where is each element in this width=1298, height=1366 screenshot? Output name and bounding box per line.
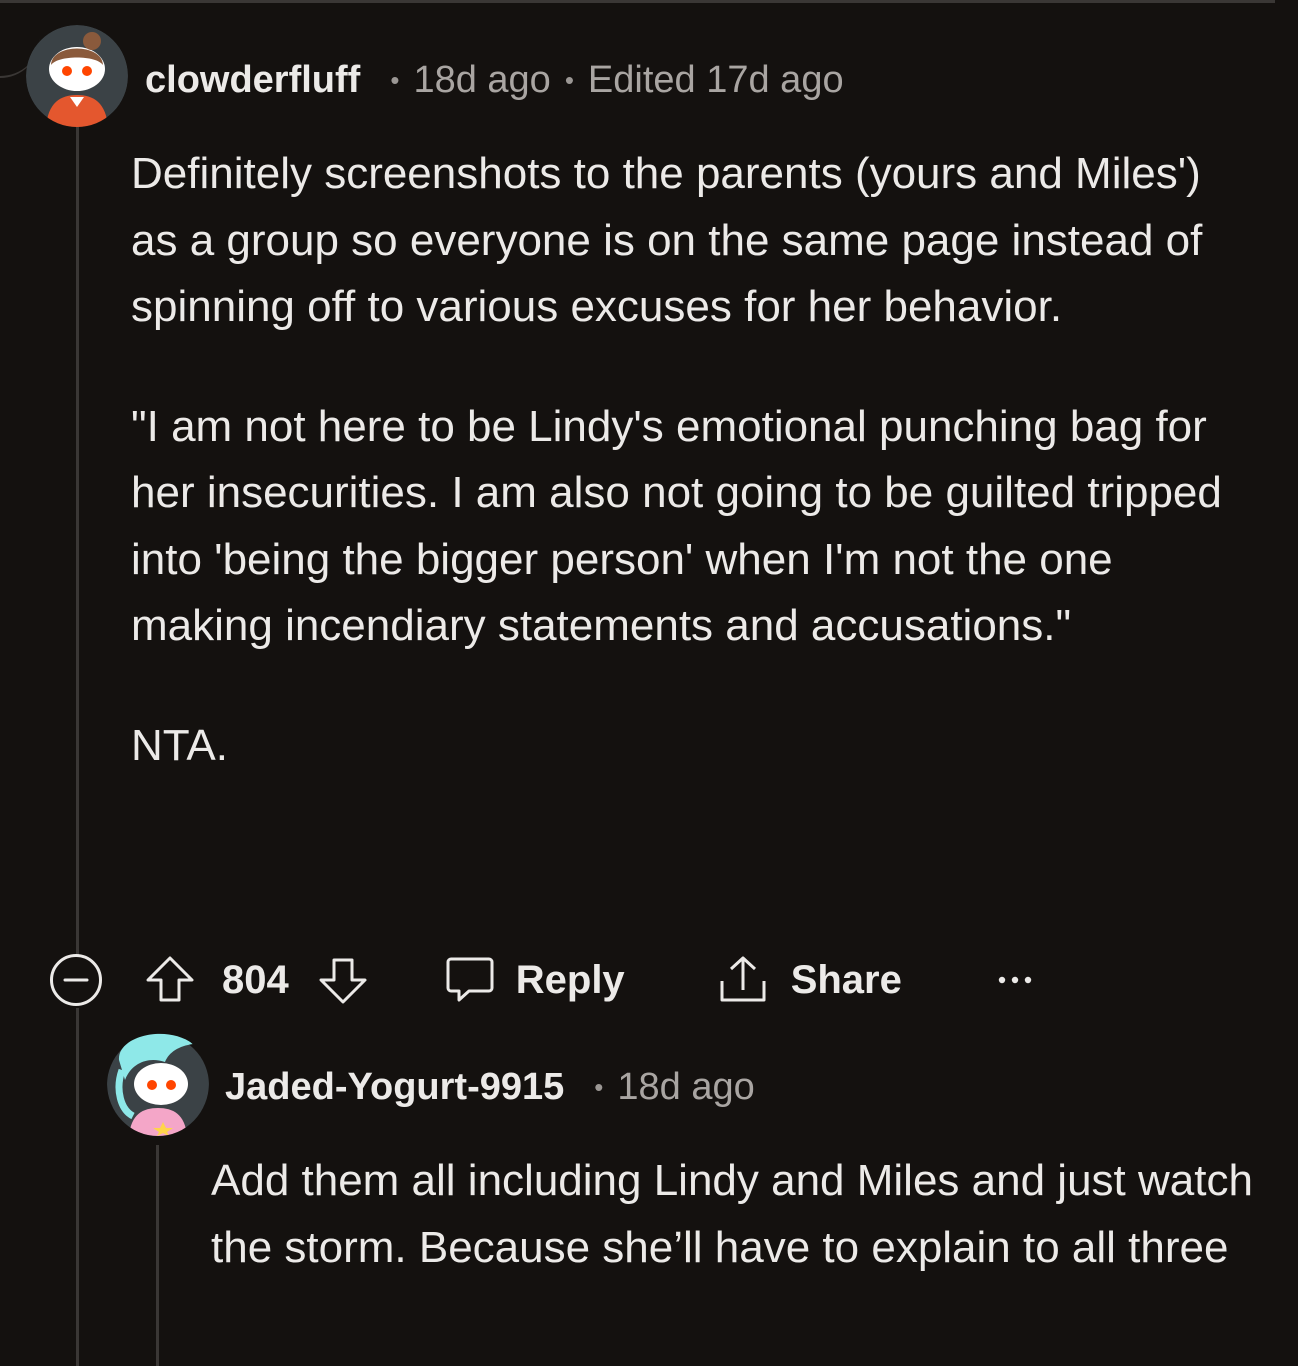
- speech-bubble-icon: [446, 957, 494, 1002]
- arrow-down-icon: [319, 958, 367, 1004]
- avatar[interactable]: [26, 25, 128, 127]
- thread-line[interactable]: [76, 125, 79, 955]
- comment-header: clowderfluff • 18d ago • Edited 17d ago: [145, 55, 844, 105]
- more-options-button[interactable]: [996, 970, 1034, 990]
- reply-thread-line[interactable]: [156, 1145, 159, 1366]
- downvote-button[interactable]: [317, 954, 369, 1006]
- share-button[interactable]: Share: [717, 953, 902, 1007]
- timestamp[interactable]: 18d ago: [413, 59, 550, 102]
- vote-score: 804: [222, 957, 289, 1002]
- separator-dot: •: [564, 64, 574, 95]
- comment-paragraph: Definitely screenshots to the parents (y…: [131, 149, 1203, 331]
- reply-button[interactable]: Reply: [443, 953, 625, 1007]
- collapse-button[interactable]: [48, 952, 104, 1008]
- minus-circle-icon: [50, 954, 102, 1006]
- top-divider: [0, 0, 1275, 3]
- reply-paragraph: Add them all including Lindy and Miles a…: [211, 1156, 1253, 1272]
- arrow-up-icon: [146, 956, 194, 1002]
- username[interactable]: clowderfluff: [145, 59, 360, 102]
- comment-paragraph: NTA.: [131, 720, 228, 770]
- thread-line-lower[interactable]: [76, 1008, 79, 1366]
- share-label: Share: [790, 957, 902, 1002]
- username[interactable]: Jaded-Yogurt-9915: [225, 1066, 564, 1109]
- upvote-button[interactable]: [144, 954, 196, 1006]
- separator-dot: •: [390, 64, 400, 95]
- user-avatar-image: [107, 1033, 209, 1136]
- reply-label: Reply: [515, 957, 625, 1002]
- reply-body: Add them all including Lindy and Miles a…: [211, 1148, 1261, 1281]
- comment-actions: 804 Reply Share: [48, 948, 1034, 1012]
- reply-header: Jaded-Yogurt-9915 • 18d ago: [225, 1062, 755, 1112]
- share-icon: [720, 956, 766, 1002]
- timestamp[interactable]: 18d ago: [617, 1066, 754, 1109]
- reply-avatar[interactable]: [107, 1030, 209, 1136]
- edited-label: Edited 17d ago: [587, 58, 844, 101]
- separator-dot: •: [594, 1071, 604, 1102]
- user-avatar-image: [26, 25, 128, 127]
- comment-body: Definitely screenshots to the parents (y…: [131, 141, 1256, 779]
- more-horizontal-icon: [998, 976, 1032, 984]
- comment-paragraph: "I am not here to be Lindy's emotional p…: [131, 401, 1222, 651]
